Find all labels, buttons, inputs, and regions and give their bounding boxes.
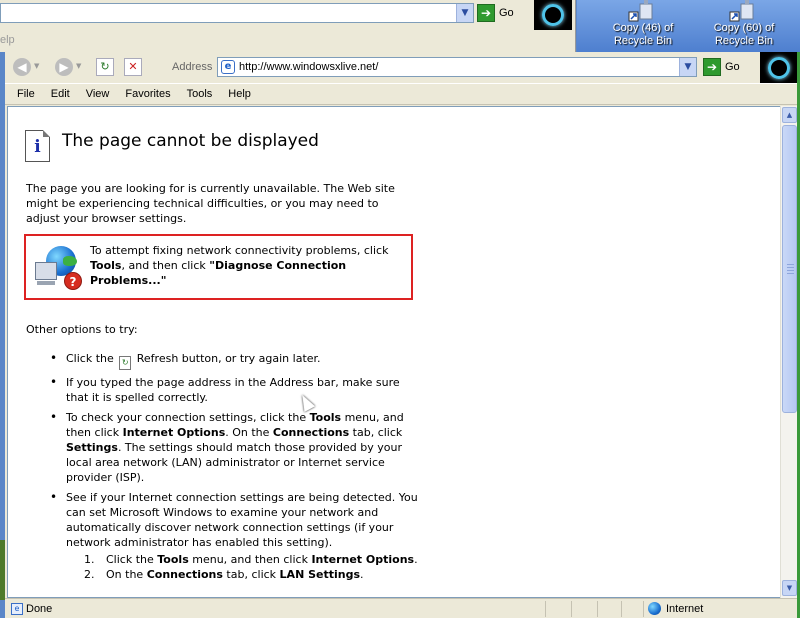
background-go-button[interactable]: ➔ Go (477, 3, 527, 23)
menu-help[interactable]: Help (220, 88, 259, 100)
go-arrow-icon: ➔ (703, 58, 721, 76)
desktop-icon-recycle-60[interactable]: Copy (60) of Recycle Bin (705, 0, 783, 48)
list-item: See if your Internet connection settings… (48, 490, 418, 582)
list-item: If you typed the page address in the Add… (48, 375, 418, 405)
diagnose-text: To attempt fixing network connectivity p… (90, 244, 389, 287)
windows-logo (760, 52, 797, 83)
background-address-field[interactable]: ▼ (0, 3, 474, 23)
menu-bar: File Edit View Favorites Tools Help (5, 83, 797, 105)
desktop-icon-label: Copy (60) of Recycle Bin (713, 22, 775, 47)
toolbar: ◀ ▼ ▶ ▼ ↻ ✕ Address e ▼ ➔ Go (5, 52, 797, 83)
windows-logo (534, 0, 572, 30)
scroll-up-icon[interactable]: ▲ (782, 107, 797, 123)
chevron-down-icon[interactable]: ▼ (679, 58, 696, 76)
go-label: Go (499, 7, 514, 19)
diagnose-box: ? To attempt fixing network connectivity… (24, 234, 413, 300)
desktop: Copy (46) of Recycle Bin Copy (60) of Recy… (577, 0, 800, 52)
steps-list: 1. Click the Tools menu, and then click I… (66, 552, 418, 582)
back-dropdown-icon[interactable]: ▼ (34, 62, 39, 70)
refresh-button[interactable]: ↻ (96, 58, 114, 76)
options-list: Click the ↻ Refresh button, or try again… (48, 351, 418, 587)
go-label: Go (725, 61, 740, 73)
menu-edit[interactable]: Edit (43, 88, 78, 100)
list-item: Click the ↻ Refresh button, or try again… (48, 351, 418, 370)
refresh-icon: ↻ (119, 356, 132, 370)
scroll-thumb[interactable] (782, 125, 797, 413)
status-text: Done (26, 603, 53, 615)
network-diagnostics-icon: ? (34, 244, 84, 292)
internet-zone-icon (648, 602, 661, 615)
page-done-icon: e (11, 603, 23, 615)
forward-dropdown-icon[interactable]: ▼ (76, 62, 81, 70)
ie-page-icon: e (221, 60, 235, 74)
address-input[interactable] (239, 59, 679, 75)
recycle-bin-shortcut-icon (628, 0, 658, 22)
ring-logo-icon (542, 4, 564, 26)
step-item: 1. Click the Tools menu, and then click I… (84, 553, 418, 566)
stop-button[interactable]: ✕ (124, 58, 142, 76)
back-button[interactable]: ◀ (13, 58, 31, 76)
background-browser-window: ▼ ➔ Go elp (0, 0, 576, 52)
status-bar: e Done Internet (5, 598, 797, 618)
chevron-down-icon[interactable]: ▼ (456, 4, 473, 22)
vertical-scrollbar[interactable]: ▲ ▼ (780, 106, 797, 598)
go-button[interactable]: ➔ Go (703, 57, 740, 77)
info-icon: i (25, 130, 50, 162)
question-icon: ? (64, 272, 82, 290)
page-title: The page cannot be displayed (62, 131, 319, 151)
address-label: Address (172, 61, 213, 73)
address-bar[interactable]: e ▼ (217, 57, 697, 77)
list-item: To check your connection settings, click… (48, 410, 418, 485)
background-help-menu[interactable]: elp (0, 34, 15, 46)
step-item: 2. On the Connections tab, click LAN Sett… (84, 568, 364, 581)
page-content: i The page cannot be displayed The page … (7, 106, 781, 598)
go-arrow-icon: ➔ (477, 4, 495, 22)
ring-logo-icon (767, 56, 790, 79)
menu-file[interactable]: File (9, 88, 43, 100)
intro-text: The page you are looking for is currentl… (26, 182, 395, 225)
desktop-icon-recycle-46[interactable]: Copy (46) of Recycle Bin (604, 0, 682, 48)
browser-window: ◀ ▼ ▶ ▼ ↻ ✕ Address e ▼ ➔ Go File Edit V… (5, 52, 797, 618)
menu-favorites[interactable]: Favorites (117, 88, 178, 100)
menu-tools[interactable]: Tools (179, 88, 221, 100)
recycle-bin-shortcut-icon (729, 0, 759, 22)
menu-view[interactable]: View (78, 88, 118, 100)
scroll-down-icon[interactable]: ▼ (782, 580, 797, 596)
forward-button[interactable]: ▶ (55, 58, 73, 76)
desktop-icon-label: Copy (46) of Recycle Bin (612, 22, 674, 47)
security-zone: Internet (666, 603, 704, 615)
other-options-heading: Other options to try: (26, 323, 138, 336)
